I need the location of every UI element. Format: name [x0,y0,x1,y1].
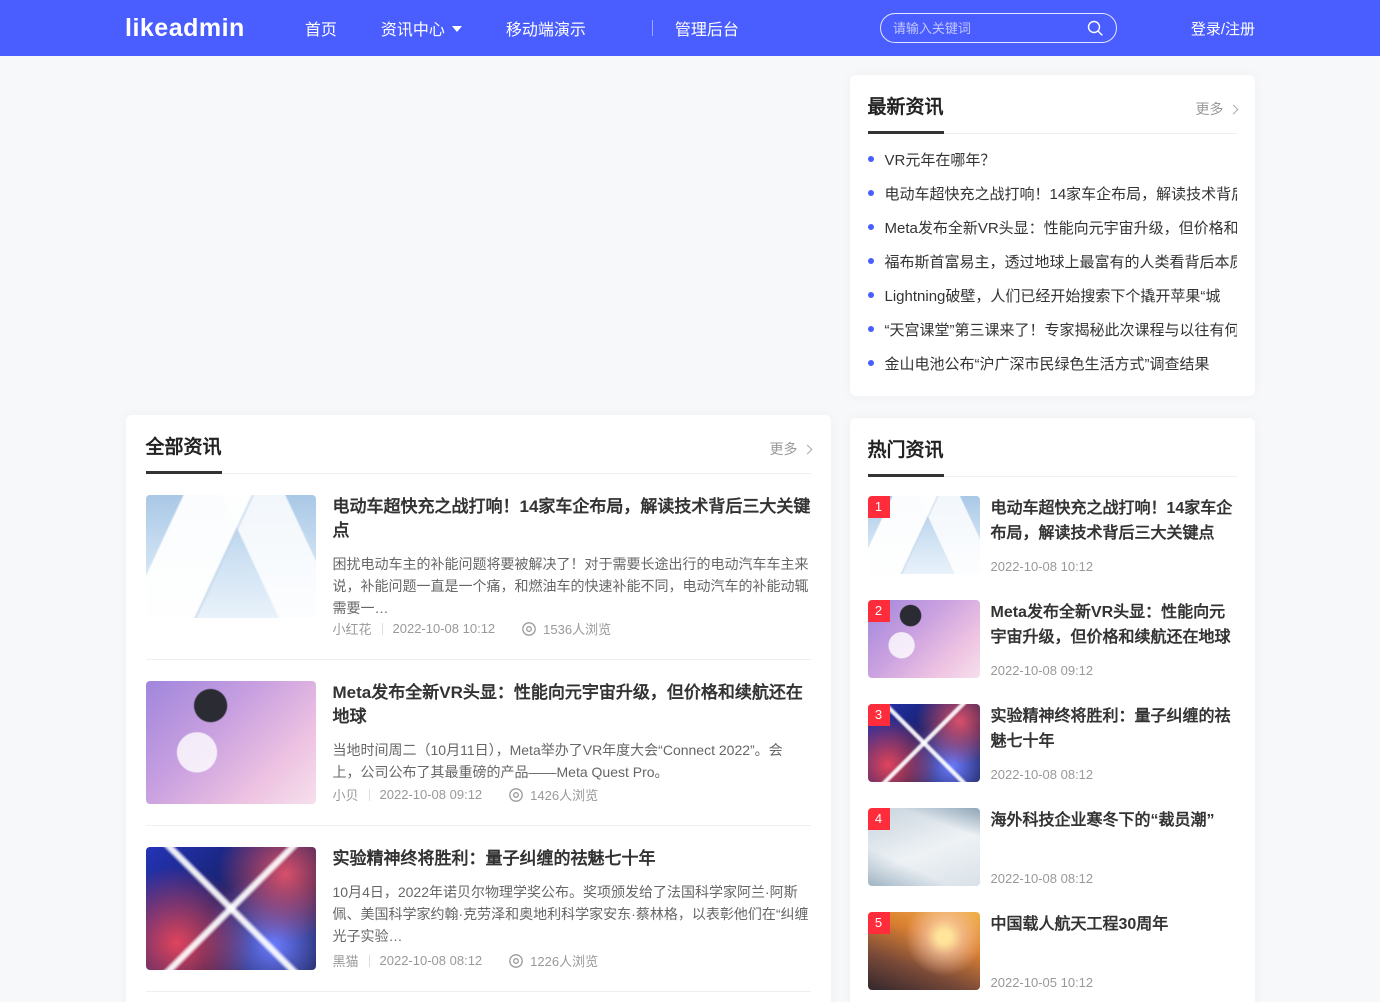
chevron-right-icon [1228,104,1238,114]
article-date: 2022-10-08 09:12 [380,787,483,802]
article-row[interactable]: 海外科技企业寒冬下的“裁员潮” [146,992,811,1002]
hot-news-card: 热门资讯 1 电动车超快充之战打响！14家车企布局，解读技术背后三大关键点 20… [850,418,1255,1002]
hot-thumbnail[interactable]: 3 [868,704,980,782]
article-thumbnail[interactable] [146,847,316,970]
hot-thumbnail[interactable]: 5 [868,912,980,990]
nav-item-home[interactable]: 首页 [305,16,337,40]
article-meta: 小红花 2022-10-08 10:12 1536人浏览 [333,619,811,638]
hot-news-item[interactable]: 5 中国载人航天工程30周年 2022-10-05 10:12 [868,899,1237,1002]
bullet-dot-icon [868,190,874,196]
all-news-title: 全部资讯 [146,415,222,474]
search-input[interactable] [893,21,1086,36]
article-title[interactable]: 实验精神终将胜利：量子纠缠的祛魅七十年 [333,847,811,871]
hot-news-list: 1 电动车超快充之战打响！14家车企布局，解读技术背后三大关键点 2022-10… [868,477,1237,1002]
hot-item-date: 2022-10-08 09:12 [991,663,1237,678]
bullet-dot-icon [868,258,874,264]
article-views: 1226人浏览 [530,951,598,970]
article-author: 小红花 [333,619,372,638]
article-thumbnail[interactable] [146,681,316,804]
article-views: 1426人浏览 [530,785,598,804]
latest-news-card: 最新资讯 更多 VR元年在哪年？ 电动车超快充之战打响！14家车企布局，解读技术… [850,75,1255,396]
latest-news-list: VR元年在哪年？ 电动车超快充之战打响！14家车企布局，解读技术背后三… Met… [868,134,1237,380]
hot-news-item[interactable]: 3 实验精神终将胜利：量子纠缠的祛魅七十年 2022-10-08 08:12 [868,691,1237,795]
hot-thumbnail[interactable]: 2 [868,600,980,678]
article-views: 1536人浏览 [543,619,611,638]
bullet-dot-icon [868,224,874,230]
hot-item-date: 2022-10-05 10:12 [991,975,1237,990]
hot-news-item[interactable]: 2 Meta发布全新VR头显：性能向元宇宙升级，但价格和续航还在地球 2022-… [868,587,1237,691]
hot-thumbnail[interactable]: 1 [868,496,980,574]
eye-icon [508,953,524,969]
nav-item-admin[interactable]: 管理后台 [675,16,739,40]
main-nav: 首页 资讯中心 移动端演示 管理后台 [305,16,739,40]
bullet-dot-icon [868,360,874,366]
rank-badge: 2 [868,600,890,622]
article-meta: 黑猫 2022-10-08 08:12 1226人浏览 [333,951,811,970]
article-row[interactable]: 实验精神终将胜利：量子纠缠的祛魅七十年 10月4日，2022年诺贝尔物理学奖公布… [146,826,811,992]
article-author: 黑猫 [333,951,359,970]
hot-news-item[interactable]: 4 海外科技企业寒冬下的“裁员潮” 2022-10-08 08:12 [868,795,1237,899]
article-date: 2022-10-08 10:12 [393,621,496,636]
article-row[interactable]: 电动车超快充之战打响！14家车企布局，解读技术背后三大关键点 困扰电动车主的补能… [146,474,811,660]
hot-item-date: 2022-10-08 10:12 [991,559,1237,574]
meta-separator [382,623,383,635]
article-title[interactable]: 电动车超快充之战打响！14家车企布局，解读技术背后三大关键点 [333,495,811,543]
nav-item-mobile-demo[interactable]: 移动端演示 [506,16,586,40]
rank-badge: 4 [868,808,890,830]
hot-item-date: 2022-10-08 08:12 [991,767,1237,782]
list-item[interactable]: 电动车超快充之战打响！14家车企布局，解读技术背后三… [868,176,1237,210]
article-summary: 困扰电动车主的补能问题将要被解决了！对于需要长途出行的电动汽车车主来说，补能问题… [333,553,811,619]
article-meta: 小贝 2022-10-08 09:12 1426人浏览 [333,785,811,804]
hot-news-item[interactable]: 1 电动车超快充之战打响！14家车企布局，解读技术背后三大关键点 2022-10… [868,483,1237,587]
chevron-right-icon [802,444,812,454]
article-author: 小贝 [333,785,359,804]
list-item[interactable]: “天宫课堂”第三课来了！专家揭秘此次课程与以往有何 [868,312,1237,346]
hot-item-title[interactable]: 中国载人航天工程30周年 [991,912,1237,937]
hot-thumbnail[interactable]: 4 [868,808,980,886]
list-item[interactable]: 金山电池公布“沪广深市民绿色生活方式”调查结果 [868,346,1237,380]
article-title[interactable]: Meta发布全新VR头显：性能向元宇宙升级，但价格和续航还在地球 [333,681,811,729]
article-row[interactable]: Meta发布全新VR头显：性能向元宇宙升级，但价格和续航还在地球 当地时间周二（… [146,660,811,826]
all-news-more-link[interactable]: 更多 [770,439,811,473]
list-item[interactable]: Lightning破壁，人们已经开始搜索下个撬开苹果“城 [868,278,1237,312]
chevron-down-icon [452,26,462,37]
login-register-link[interactable]: 登录/注册 [1191,18,1255,39]
bullet-dot-icon [868,292,874,298]
meta-separator [369,955,370,967]
nav-item-news-center[interactable]: 资讯中心 [381,16,462,40]
search-box[interactable] [880,13,1117,43]
eye-icon [521,621,537,637]
meta-separator [369,789,370,801]
article-summary: 10月4日，2022年诺贝尔物理学奖公布。奖项颁发给了法国科学家阿兰·阿斯佩、美… [333,881,811,947]
nav-divider [652,20,653,36]
rank-badge: 5 [868,912,890,934]
latest-news-more-link[interactable]: 更多 [1196,99,1237,133]
hot-news-title: 热门资讯 [868,418,944,477]
article-thumbnail[interactable] [146,495,316,618]
rank-badge: 1 [868,496,890,518]
hot-item-title[interactable]: 海外科技企业寒冬下的“裁员潮” [991,808,1237,833]
hot-item-title[interactable]: 实验精神终将胜利：量子纠缠的祛魅七十年 [991,704,1237,754]
hot-item-title[interactable]: Meta发布全新VR头显：性能向元宇宙升级，但价格和续航还在地球 [991,600,1237,650]
hot-item-title[interactable]: 电动车超快充之战打响！14家车企布局，解读技术背后三大关键点 [991,496,1237,546]
list-item[interactable]: VR元年在哪年？ [868,142,1237,176]
search-icon[interactable] [1086,19,1104,37]
top-navbar: likeadmin 首页 资讯中心 移动端演示 管理后台 [0,0,1380,56]
list-item[interactable]: 福布斯首富易主，透过地球上最富有的人类看背后本质 [868,244,1237,278]
site-logo[interactable]: likeadmin [125,14,245,43]
bullet-dot-icon [868,156,874,162]
article-summary: 当地时间周二（10月11日），Meta举办了VR年度大会“Connect 202… [333,739,811,783]
rank-badge: 3 [868,704,890,726]
article-date: 2022-10-08 08:12 [380,953,483,968]
hot-item-date: 2022-10-08 08:12 [991,871,1237,886]
list-item[interactable]: Meta发布全新VR头显：性能向元宇宙升级，但价格和续…还 [868,210,1237,244]
eye-icon [508,787,524,803]
all-news-card: 全部资讯 更多 电动车超快充之战打响！14家车企布局，解读技术背后三大关键点 困… [126,415,831,1002]
latest-news-title: 最新资讯 [868,75,944,134]
bullet-dot-icon [868,326,874,332]
